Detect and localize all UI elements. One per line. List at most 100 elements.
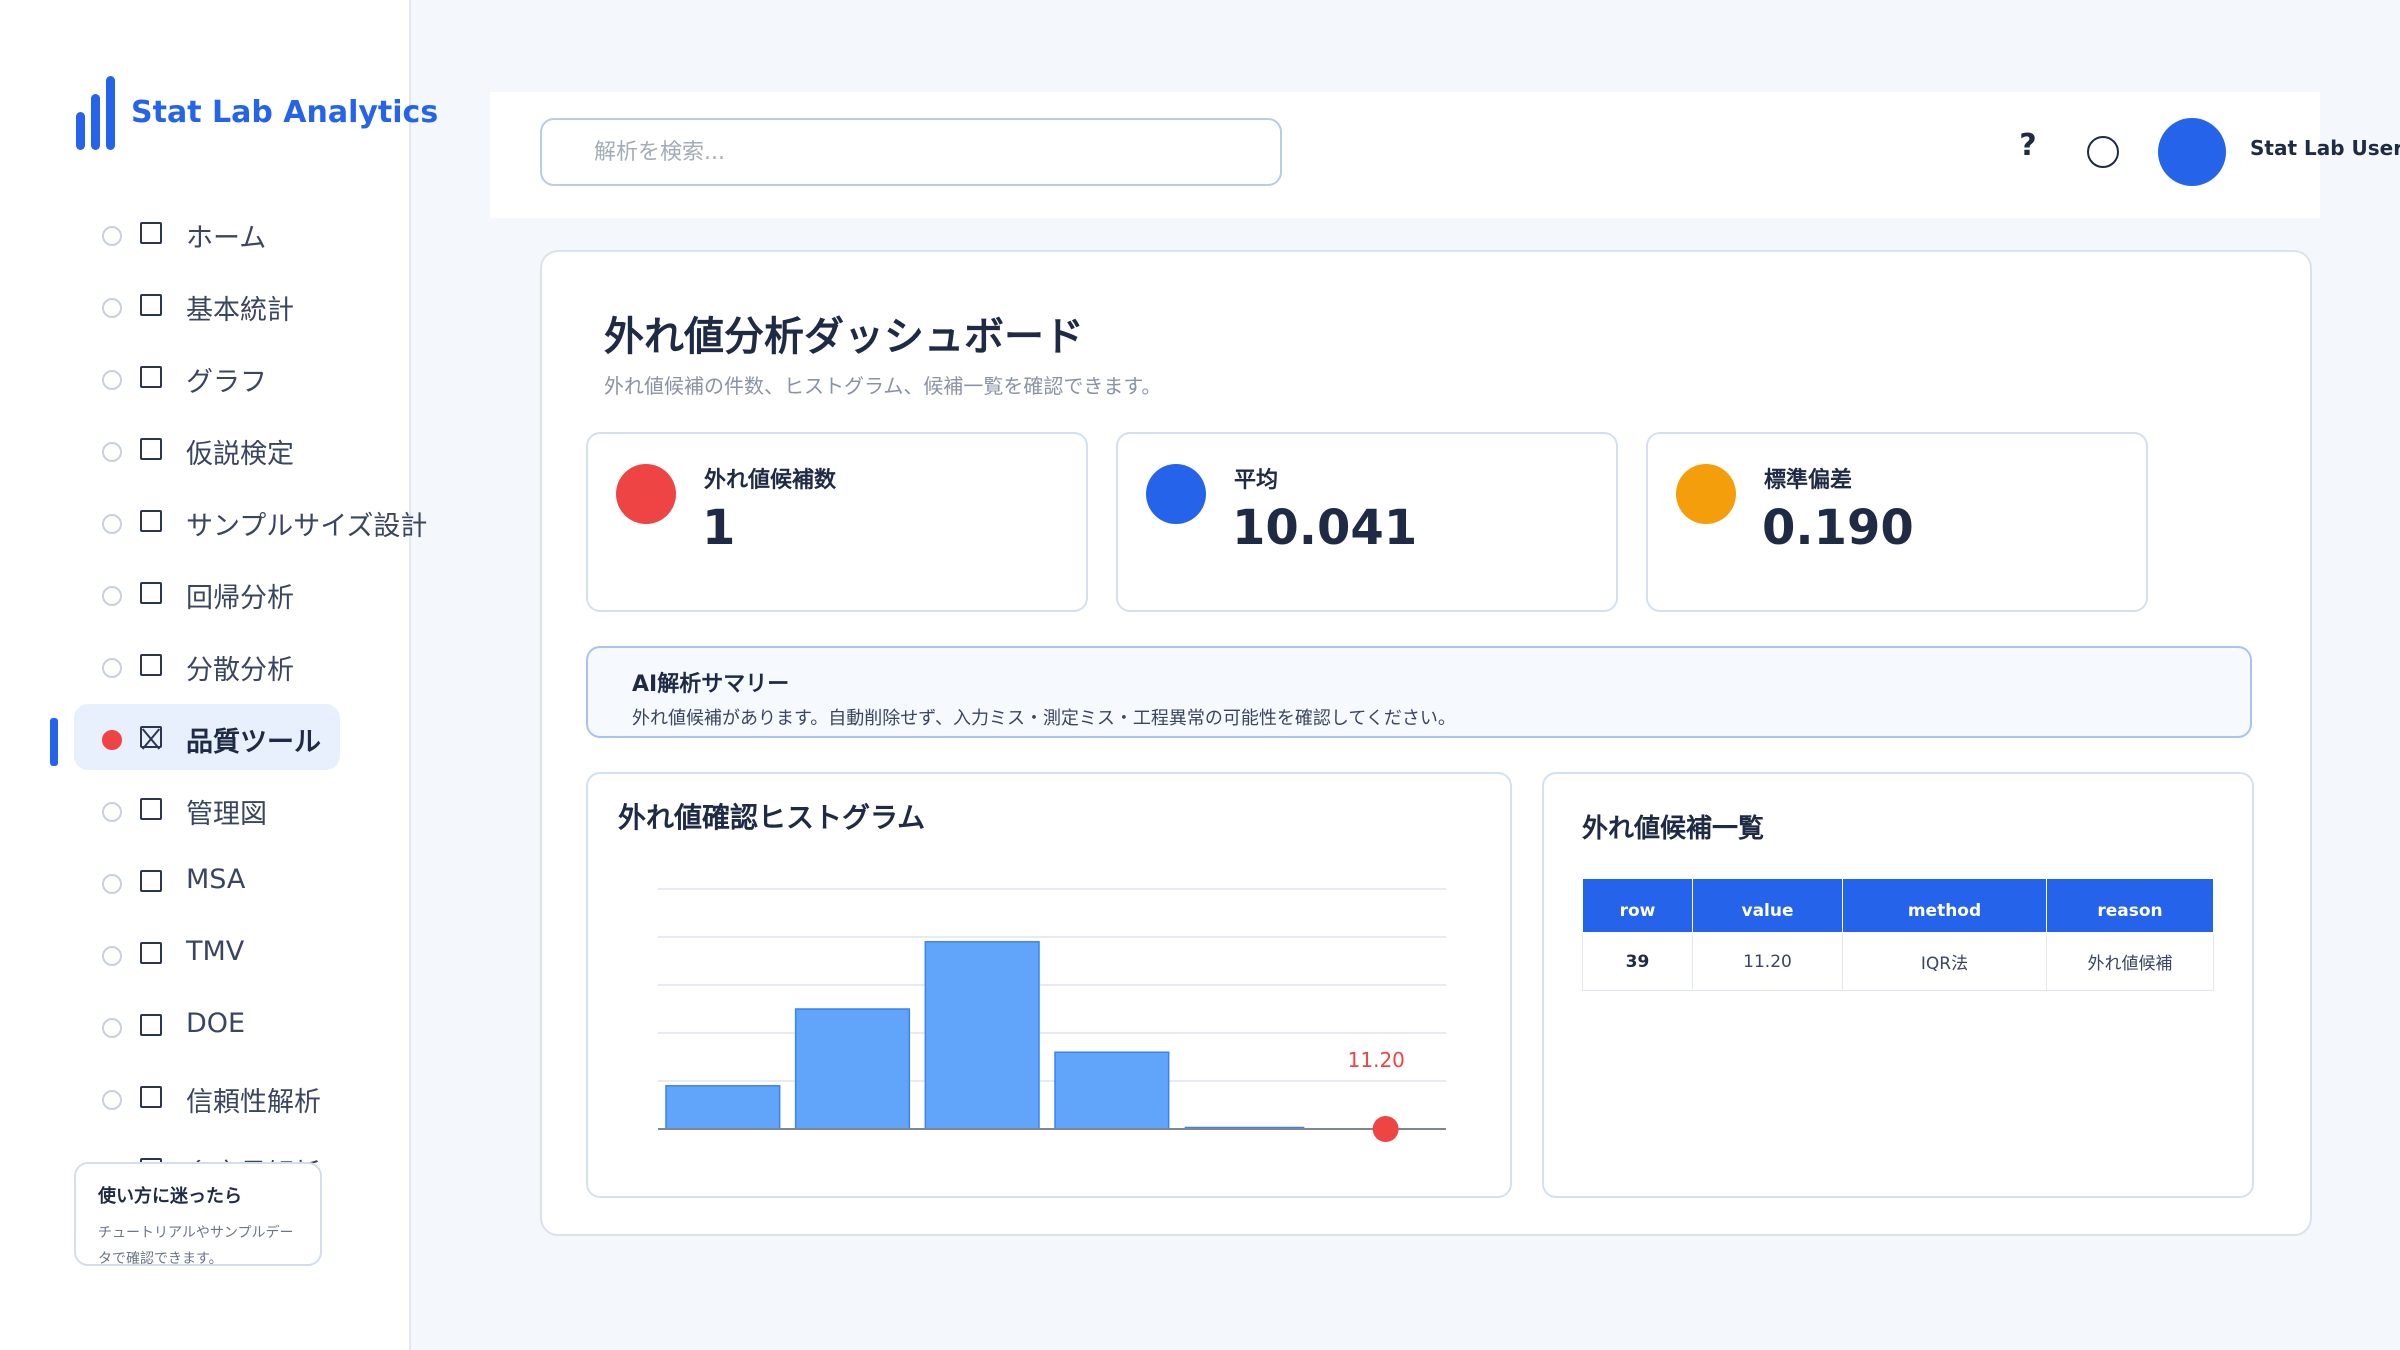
sidebar-item[interactable]: 信頼性解析 <box>74 1064 474 1130</box>
status-dot-icon <box>616 464 676 524</box>
checkbox-icon <box>140 942 162 964</box>
outlier-table-card: 外れ値候補一覧 row value method reason 39 11.20… <box>1542 772 2254 1198</box>
bar-chart-logo-icon <box>76 74 115 150</box>
sidebar-item-label: DOE <box>186 1008 246 1039</box>
ai-summary-box: AI解析サマリー 外れ値候補があります。自動削除せず、入力ミス・測定ミス・工程異… <box>586 646 2252 738</box>
status-dot-icon <box>102 226 122 246</box>
sidebar-item[interactable]: 仮説検定 <box>74 416 474 482</box>
sidebar-item-label: サンプルサイズ設計 <box>186 511 428 542</box>
sidebar-item-label: 信頼性解析 <box>186 1087 321 1118</box>
user-name[interactable]: Stat Lab User <box>2250 136 2400 160</box>
sidebar-item[interactable]: サンプルサイズ設計 <box>74 488 474 554</box>
sidebar-item[interactable]: 回帰分析 <box>74 560 474 626</box>
checkbox-icon <box>140 1086 162 1108</box>
sidebar-item-label: 品質ツール <box>186 727 321 758</box>
checkbox-icon <box>140 510 162 532</box>
sidebar-item[interactable]: ホーム <box>74 200 474 266</box>
table-row[interactable]: 39 11.20 IQR法 外れ値候補 <box>1582 932 2214 991</box>
ai-summary-text: 外れ値候補があります。自動削除せず、入力ミス・測定ミス・工程異常の可能性を確認し… <box>632 708 1456 729</box>
stat-value: 10.041 <box>1232 500 1418 556</box>
histogram-bar <box>1054 1051 1170 1130</box>
status-dot-icon <box>1676 464 1736 524</box>
status-dot-icon <box>102 658 122 678</box>
stat-label: 平均 <box>1234 468 1279 493</box>
notification-icon[interactable] <box>2087 136 2119 168</box>
search-input[interactable] <box>542 120 1280 184</box>
outlier-label: 11.20 <box>1348 1048 1405 1072</box>
help-card[interactable]: 使い方に迷ったら チュートリアルやサンプルデータで確認できます。 <box>74 1162 322 1267</box>
page-title: 外れ値分析ダッシュボード <box>604 314 1084 360</box>
sidebar-item[interactable]: TMV <box>74 920 474 986</box>
sidebar-item[interactable]: 管理図 <box>74 776 474 842</box>
histogram-bar <box>665 1085 781 1130</box>
sidebar-item-label: 回帰分析 <box>186 583 294 614</box>
checkbox-icon <box>140 798 162 820</box>
column-header[interactable]: value <box>1692 878 1843 933</box>
checkbox-icon <box>140 1014 162 1036</box>
column-header[interactable]: method <box>1842 878 2047 933</box>
status-dot-icon <box>1146 464 1206 524</box>
ai-summary-title: AI解析サマリー <box>632 672 790 697</box>
active-indicator <box>50 718 58 766</box>
sidebar-item[interactable]: MSA <box>74 848 474 914</box>
sidebar-item-label: TMV <box>186 936 245 967</box>
checkbox-icon <box>140 294 162 316</box>
stat-value: 1 <box>702 500 736 556</box>
column-header[interactable]: reason <box>2046 878 2214 933</box>
top-bar: ? Stat Lab User <box>490 92 2400 218</box>
sidebar-item-label: グラフ <box>186 367 267 398</box>
histogram-bar <box>924 941 1040 1130</box>
sidebar-item[interactable]: 分散分析 <box>74 632 474 698</box>
status-dot-icon <box>102 370 122 390</box>
stat-label: 外れ値候補数 <box>704 468 837 493</box>
status-dot-icon <box>102 1090 122 1110</box>
sidebar-nav: ホーム基本統計グラフ仮説検定サンプルサイズ設計 回帰分析分散分析品質ツール管理図 M… <box>74 200 474 1208</box>
status-dot-icon <box>102 1018 122 1038</box>
sidebar-item-label: 管理図 <box>186 799 267 830</box>
outlier-table-title: 外れ値候補一覧 <box>1582 814 1765 844</box>
histogram-bar <box>794 1008 911 1130</box>
page-subtitle: 外れ値候補の件数、ヒストグラム、候補一覧を確認できます。 <box>604 374 1162 398</box>
search-box[interactable] <box>540 118 1282 186</box>
sidebar: Stat Lab Analytics ホーム 基本統計 グラフ 仮説検定 サンプルサイズ… <box>0 0 438 1350</box>
sidebar-item-label: 分散分析 <box>186 655 294 686</box>
cell-method: IQR法 <box>1842 932 2047 991</box>
stat-card-mean: 平均 10.041 <box>1116 432 1618 612</box>
column-header[interactable]: row <box>1582 878 1693 933</box>
histogram-card: 外れ値確認ヒストグラム 11.20 <box>586 772 1512 1198</box>
stat-label: 標準偏差 <box>1764 468 1853 493</box>
sidebar-item[interactable]: 品質ツール <box>74 704 340 770</box>
status-dot-icon <box>102 514 122 534</box>
stat-card-outlier-count: 外れ値候補数 1 <box>586 432 1088 612</box>
status-dot-icon <box>102 586 122 606</box>
status-dot-icon <box>102 442 122 462</box>
app-title: Stat Lab Analytics <box>131 95 439 130</box>
sidebar-item[interactable]: グラフ <box>74 344 474 410</box>
checkbox-icon <box>140 366 162 388</box>
cell-row: 39 <box>1582 932 1693 991</box>
checkbox-icon <box>140 582 162 604</box>
help-card-text: チュートリアルやサンプルデータで確認できます。 <box>98 1225 294 1267</box>
status-dot-icon <box>102 946 122 966</box>
help-icon[interactable]: ? <box>2014 128 2042 168</box>
checkbox-icon <box>140 726 162 748</box>
cell-value: 11.20 <box>1692 932 1843 991</box>
status-dot-icon <box>102 874 122 894</box>
cell-reason: 外れ値候補 <box>2046 932 2214 991</box>
histogram-chart: 11.20 <box>658 888 1446 1142</box>
outlier-point <box>1372 1116 1399 1142</box>
outlier-table: row value method reason 39 11.20 IQR法 外れ… <box>1582 878 2214 991</box>
dashboard-panel: 外れ値分析ダッシュボード 外れ値候補の件数、ヒストグラム、候補一覧を確認できます… <box>540 250 2312 1236</box>
stat-value: 0.190 <box>1762 500 1914 556</box>
avatar[interactable] <box>2158 118 2226 186</box>
sidebar-item[interactable]: DOE <box>74 992 474 1058</box>
status-dot-icon <box>102 298 122 318</box>
sidebar-item[interactable]: 基本統計 <box>74 272 474 338</box>
checkbox-icon <box>140 654 162 676</box>
stat-card-std-dev: 標準偏差 0.190 <box>1646 432 2148 612</box>
status-dot-icon <box>102 730 122 750</box>
sidebar-item-label: ホーム <box>186 223 267 254</box>
status-dot-icon <box>102 802 122 822</box>
help-card-title: 使い方に迷ったら <box>98 1186 242 1207</box>
brand[interactable]: Stat Lab Analytics <box>76 74 438 150</box>
